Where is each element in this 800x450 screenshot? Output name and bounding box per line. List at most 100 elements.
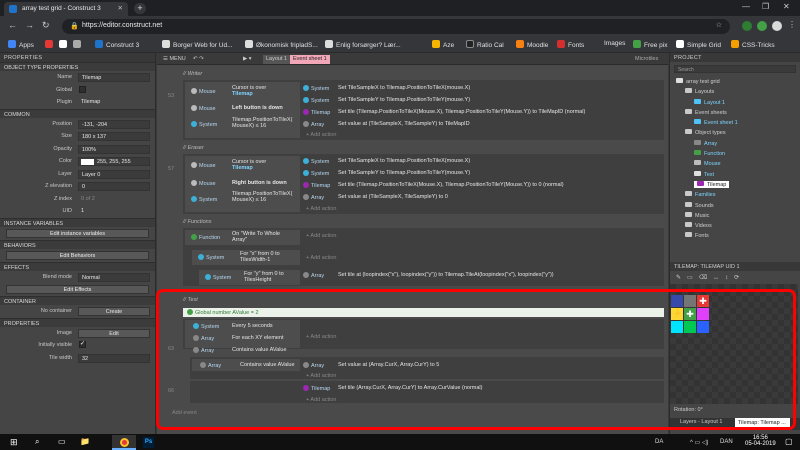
blend-mode-select[interactable]: Normal [78,272,150,282]
properties-title: PROPERTIES [0,53,155,62]
bookmark-csstricks[interactable]: CSS-Tricks [731,40,775,49]
file-explorer-icon[interactable]: 📁 [80,437,90,446]
project-search-input[interactable]: Search [674,65,796,73]
group-eraser[interactable]: // Eraser [183,145,204,151]
size-field[interactable]: 180 x 137 [78,132,150,141]
properties-panel: PROPERTIES OBJECT TYPE PROPERTIES Name Ti… [0,53,156,434]
edit-instance-variables-button[interactable]: Edit instance variables [6,228,149,238]
bookmark-freepix[interactable]: Free pix [633,40,667,49]
tree-tilemap[interactable]: Tilemap [676,180,800,191]
tree-event-sheets[interactable]: Event sheets [676,108,800,119]
edit-behaviors-button[interactable]: Edit Behaviors [6,250,149,260]
url-input[interactable]: 🔒 https://editor.construct.net ☆ [62,19,730,34]
clock[interactable]: 16:56 05-04-2019 [745,435,776,447]
editor-toolbar [157,53,668,65]
tree-layouts[interactable]: Layouts [676,88,800,98]
lang-indicator[interactable]: DA [655,439,663,445]
tree-event-sheet-1[interactable]: Event sheet 1 [676,119,800,129]
tree-families[interactable]: Families [676,191,800,201]
bookmark-icon-2[interactable] [59,40,70,49]
color-swatch[interactable] [81,159,94,165]
forward-icon[interactable]: → [25,20,34,30]
position-field[interactable]: -131, -204 [78,119,150,129]
section-instance-vars[interactable]: INSTANCE VARIABLES [0,217,155,227]
tree-object-types[interactable]: Object types [676,129,800,139]
tree-sounds[interactable]: Sounds [676,201,800,212]
bookmark-images[interactable]: Images [604,40,625,47]
chrome-taskbar-icon[interactable] [112,435,136,450]
tree-videos[interactable]: Videos [676,222,800,232]
bookmark-ratio[interactable]: Ratio Cal [466,40,504,49]
tile-width-field[interactable]: 32 [78,353,150,363]
tree-layout-1[interactable]: Layout 1 [676,98,800,109]
initially-visible-checkbox[interactable]: ✓ [79,341,86,348]
notifications-icon[interactable]: ▢ [785,437,793,446]
create-container-button[interactable]: Create [78,307,150,316]
reload-icon[interactable]: ↻ [42,20,50,31]
tree-function[interactable]: Function [676,150,800,160]
maximize-icon[interactable]: ❐ [762,2,769,11]
tab-event-sheet-1[interactable]: Event sheet 1 [290,55,330,64]
tree-mouse[interactable]: Mouse [676,160,800,170]
back-icon[interactable]: ← [8,20,17,30]
window-close-icon[interactable]: ✕ [783,2,790,11]
section-behaviors[interactable]: BEHAVIORS [0,239,155,249]
tree-text[interactable]: Text [676,170,800,181]
edit-effects-button[interactable]: Edit Effects [6,285,149,294]
keyboard-lang[interactable]: DAN [720,439,733,445]
bookmark-icon-3[interactable] [73,40,84,49]
bookmark-okonomisk[interactable]: Økonomisk fripladS... [245,40,318,49]
tree-music[interactable]: Music [676,211,800,222]
bookmark-moodle[interactable]: Moodle [516,40,548,49]
extension-shield-icon[interactable] [742,21,752,31]
layer-select[interactable]: Layer 0 [78,169,150,179]
task-view-icon[interactable]: ▭ [58,437,66,446]
minimize-icon[interactable]: — [742,2,750,11]
tree-array[interactable]: Array [676,139,800,150]
section-object-type[interactable]: OBJECT TYPE PROPERTIES [0,62,155,71]
bookmark-apps[interactable]: Apps [8,40,34,49]
play-icon[interactable]: ▶ ▾ [240,55,255,64]
bookmark-aze[interactable]: Aze [432,40,454,49]
tilemap-tools[interactable]: ✎▭⌫↔↕⟳ [676,274,745,281]
search-icon[interactable]: ⌕ [35,437,39,447]
browser-menu-icon[interactable]: ⋮ [788,20,796,29]
close-tab-icon[interactable]: ✕ [118,4,123,12]
undo-icon[interactable]: ↶ ↷ [190,55,207,64]
section-effects[interactable]: EFFECTS [0,261,155,271]
section-common[interactable]: COMMON [0,108,155,118]
z-elevation-field[interactable]: 0 [78,182,150,191]
tree-fonts[interactable]: Fonts [676,232,800,242]
tilemap-bar-title: TILEMAP: TILEMAP UID 1 [670,262,800,271]
bookmark-borger[interactable]: Borger Web for Ud... [162,40,233,49]
group-writer[interactable]: // Writer [183,71,202,77]
bookmark-simplegrid[interactable]: Simple Grid [676,40,721,49]
tab-layout-1[interactable]: Layout 1 [263,55,291,64]
bookmark-enlig[interactable]: Enlig forsørger? Lær... [325,40,401,49]
opacity-field[interactable]: 100% [78,144,150,154]
add-action-link[interactable]: + Add action [306,132,336,138]
photoshop-icon[interactable]: Ps [143,437,154,448]
windows-start-icon[interactable]: ⊞ [10,437,18,448]
name-field[interactable]: Tilemap [78,73,150,82]
group-functions[interactable]: // Functions [183,219,211,225]
edit-image-button[interactable]: Edit [78,328,150,338]
browser-tab[interactable]: array test grid - Construct 3 ✕ [4,2,128,16]
global-checkbox[interactable] [79,85,86,93]
bookmark-fonts[interactable]: Fonts [557,40,584,49]
section-properties[interactable]: PROPERTIES [0,317,155,327]
new-tab-button[interactable]: + [134,3,146,14]
tree-root[interactable]: array test grid [676,78,800,88]
profile-avatar[interactable] [772,21,782,31]
star-icon[interactable]: ☆ [716,21,722,29]
construct-icon [9,5,17,13]
bookmark-construct[interactable]: Construct 3 [95,40,139,49]
tray-icons[interactable]: ^ ▭ ◁) [690,439,708,446]
section-container[interactable]: CONTAINER [0,296,155,305]
bookmark-icon-1[interactable] [45,40,56,49]
extension-grammarly-icon[interactable] [757,21,767,31]
color-field[interactable]: 255, 255, 255 [78,157,150,166]
microtiles-label: Microtiles [635,56,659,62]
tab-title: array test grid - Construct 3 [22,5,101,12]
menu-button[interactable]: ☰ MENU [160,55,189,64]
